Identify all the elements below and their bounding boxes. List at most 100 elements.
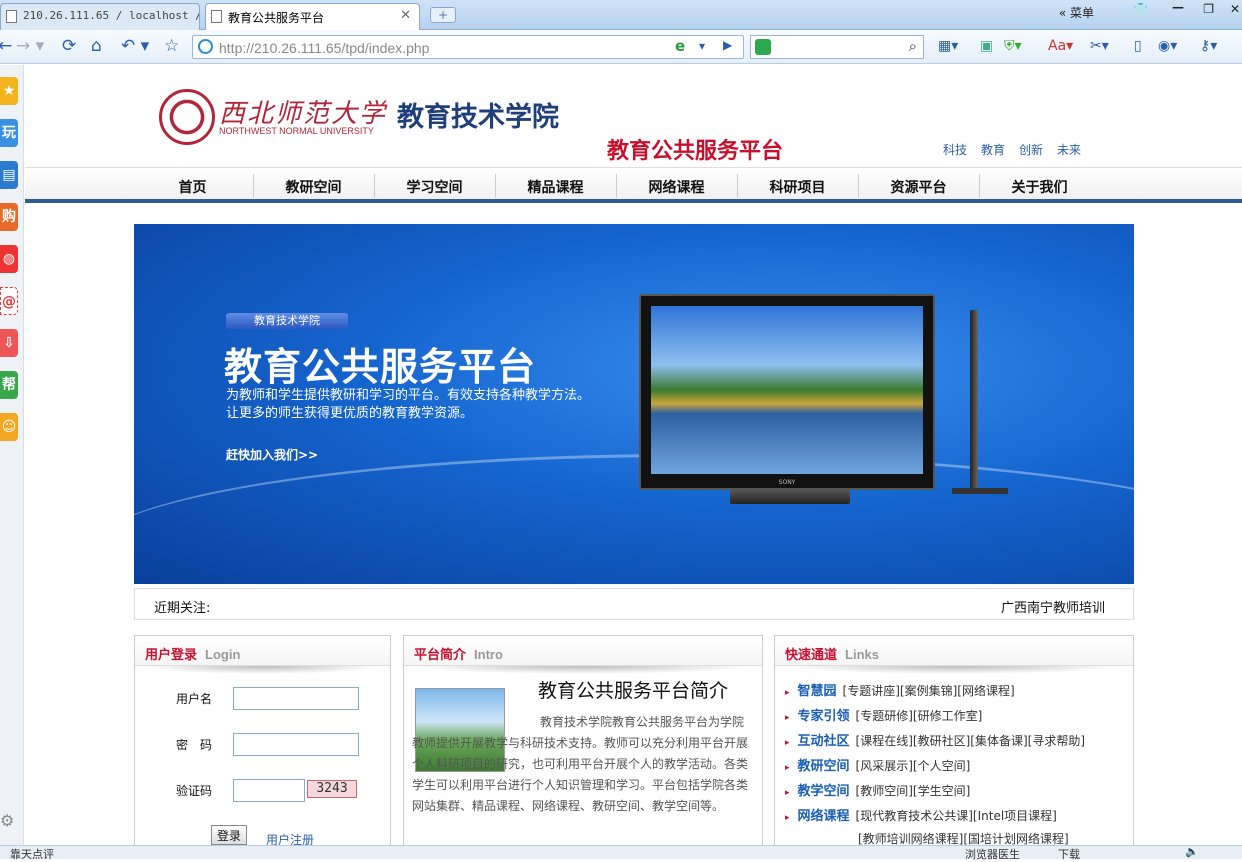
forward-icon[interactable]: → ▾ xyxy=(16,36,44,56)
panel-header: 快速通道 Links xyxy=(775,636,1133,666)
weibo-sidebar-icon[interactable]: ◍ xyxy=(0,245,18,273)
download-sidebar-icon[interactable]: ⇩ xyxy=(0,329,18,357)
link-category[interactable]: 教研空间 xyxy=(798,759,850,774)
username-label: 用户名 xyxy=(176,692,213,706)
top-link[interactable]: 未来 xyxy=(1057,143,1081,157)
search-engine-icon[interactable] xyxy=(755,39,771,55)
nav-item[interactable]: 学习空间 xyxy=(374,177,495,197)
shop-sidebar-icon[interactable]: 购 xyxy=(0,203,18,231)
arrow-icon: ▸ xyxy=(785,763,790,773)
mobile-icon[interactable]: ▯ xyxy=(1134,36,1142,56)
link-category[interactable]: 教学空间 xyxy=(798,784,850,799)
top-link[interactable]: 教育 xyxy=(981,143,1005,157)
settings-icon[interactable]: ⚙ xyxy=(0,811,14,830)
ie-compat-icon[interactable]: e xyxy=(675,37,685,55)
panel-header: 用户登录 Login xyxy=(135,636,390,666)
tools-icon[interactable]: ⚷▾ xyxy=(1200,36,1217,56)
search-box[interactable]: ⌕ xyxy=(750,35,924,59)
screenshot-icon[interactable]: ✂▾ xyxy=(1090,36,1109,56)
tab-phpmyadmin[interactable]: 210.26.111.65 / localhost / xyxy=(0,3,200,30)
book-sidebar-icon[interactable]: ▤ xyxy=(0,161,18,189)
translate-icon[interactable]: Aa▾ xyxy=(1048,36,1073,56)
browser-toolbar: ← → ▾ ⟳ ⌂ ↶ ▾ ☆ e ▾ ▶ ⌕ ▦▾ ▣ ⛨▾ Aa▾ ✂▾ ▯… xyxy=(0,30,1242,64)
intro-text: 教育技术学院教育公共服务平台为学院教师提供开展教学与科研技术支持。教师可以充分利… xyxy=(412,715,749,813)
link-items[interactable]: [课程在线][教研社区][集体备课][寻求帮助] xyxy=(856,734,1085,748)
university-emblem-icon xyxy=(159,89,215,145)
shirt-icon[interactable]: 👕 xyxy=(1133,2,1148,16)
home-icon[interactable]: ⌂ xyxy=(91,36,102,56)
dropdown-icon[interactable]: ▾ xyxy=(699,39,705,53)
close-icon[interactable]: ✕ xyxy=(400,8,411,23)
mail-sidebar-icon[interactable]: @ xyxy=(0,287,18,315)
link-category[interactable]: 专家引领 xyxy=(798,709,850,724)
link-items[interactable]: [教师培训网络课程][国培计划网络课程] xyxy=(858,832,1069,845)
panel-shadow xyxy=(412,666,754,674)
new-tab-button[interactable]: + xyxy=(430,7,456,23)
link-category[interactable]: 智慧园 xyxy=(798,684,837,699)
nav-item[interactable]: 网络课程 xyxy=(616,177,737,197)
play-sidebar-icon[interactable]: 玩 xyxy=(0,119,18,147)
url-input[interactable] xyxy=(219,39,659,56)
notice-item[interactable]: 广西南宁教师培训 xyxy=(1001,597,1105,616)
nav-item[interactable]: 首页 xyxy=(132,177,253,197)
intro-panel: 平台简介 Intro 教育公共服务平台简介 教育技术学院教育公共服务平台为学院教师… xyxy=(403,635,763,845)
apps-icon[interactable]: ▦▾ xyxy=(938,36,958,56)
username-field[interactable] xyxy=(233,687,359,710)
tab-label: 210.26.111.65 / localhost / xyxy=(23,9,200,22)
go-icon[interactable]: ▶ xyxy=(723,38,732,52)
tab-platform[interactable]: 教育公共服务平台 ✕ xyxy=(205,3,420,30)
restore-icon[interactable]: ❐ xyxy=(1203,2,1214,16)
address-bar[interactable]: e ▾ ▶ xyxy=(192,35,744,59)
menu-button[interactable]: « 菜单 xyxy=(1059,4,1094,21)
login-panel: 用户登录 Login 用户名 密 码 验证码 3243 登录 用户注册 xyxy=(134,635,391,845)
register-link[interactable]: 用户注册 xyxy=(266,831,314,845)
login-button[interactable]: 登录 xyxy=(211,825,247,845)
help-sidebar-icon[interactable]: 帮 xyxy=(0,371,18,399)
favorite-icon[interactable]: ☆ xyxy=(164,36,179,56)
panel-shadow xyxy=(783,666,1125,674)
web-page: 西北师范大学 NORTHWEST NORMAL UNIVERSITY 教育技术学… xyxy=(25,65,1242,845)
link-row: ▸ 教学空间 [教师空间][学生空间] xyxy=(785,780,970,799)
link-items[interactable]: [风采展示][个人空间] xyxy=(856,759,971,773)
top-link[interactable]: 创新 xyxy=(1019,143,1043,157)
captcha-field[interactable] xyxy=(233,779,305,802)
link-row: ▸ 智慧园 [专题讲座][案例集锦][网络课程] xyxy=(785,680,1015,699)
search-icon[interactable]: ⌕ xyxy=(909,37,917,55)
nav-item[interactable]: 教研空间 xyxy=(253,177,374,197)
undo-icon[interactable]: ↶ ▾ xyxy=(121,36,149,56)
game-icon[interactable]: ◉▾ xyxy=(1158,36,1177,56)
link-category[interactable]: 网络课程 xyxy=(798,809,850,824)
nav-item[interactable]: 精品课程 xyxy=(495,177,616,197)
link-items[interactable]: [教师空间][学生空间] xyxy=(856,784,971,798)
link-category[interactable]: 互动社区 xyxy=(798,734,850,749)
nav-item[interactable]: 关于我们 xyxy=(979,177,1100,197)
captcha-image[interactable]: 3243 xyxy=(307,780,357,798)
links-panel: 快速通道 Links ▸ 智慧园 [专题讲座][案例集锦][网络课程] ▸ 专家引领 [专… xyxy=(774,635,1134,845)
close-window-icon[interactable]: ✕ xyxy=(1230,2,1240,16)
panel-header: 平台简介 Intro xyxy=(404,636,762,666)
volume-icon[interactable]: 🔈 xyxy=(1185,845,1199,858)
refresh-icon[interactable]: ⟳ xyxy=(62,36,76,56)
doctor-button[interactable]: 浏览器医生 xyxy=(965,846,1020,862)
hero-banner[interactable]: 教育技术学院 教育公共服务平台 为教师和学生提供教研和学习的平台。有效支持各种教… xyxy=(134,224,1134,584)
shield-icon[interactable]: ⛨▾ xyxy=(1004,36,1022,56)
link-items[interactable]: [现代教育技术公共课][Intel项目课程] xyxy=(856,809,1057,823)
join-link[interactable]: 赶快加入我们>> xyxy=(226,446,318,463)
link-items[interactable]: [专题研修][研修工作室] xyxy=(856,709,983,723)
password-field[interactable] xyxy=(233,733,359,756)
minimize-icon[interactable]: — xyxy=(1172,0,1184,14)
arrow-icon: ▸ xyxy=(785,738,790,748)
nav-item[interactable]: 科研项目 xyxy=(737,177,858,197)
download-button[interactable]: 下载 xyxy=(1058,846,1080,862)
intro-heading: 教育公共服务平台简介 xyxy=(538,680,729,702)
favorites-sidebar-icon[interactable]: ★ xyxy=(0,77,18,105)
link-items[interactable]: [专题讲座][案例集锦][网络课程] xyxy=(843,684,1015,698)
banner-description: 为教师和学生提供教研和学习的平台。有效支持各种教学方法。 xyxy=(226,388,591,403)
top-link[interactable]: 科技 xyxy=(943,143,967,157)
back-icon[interactable]: ← xyxy=(0,36,12,56)
nav-item[interactable]: 资源平台 xyxy=(858,177,979,197)
status-text[interactable]: 靠天点评 xyxy=(10,846,54,862)
media-icon[interactable]: ▣ xyxy=(980,36,993,56)
panel-title: 用户登录 xyxy=(145,648,198,663)
smile-sidebar-icon[interactable]: ☺ xyxy=(0,413,18,441)
